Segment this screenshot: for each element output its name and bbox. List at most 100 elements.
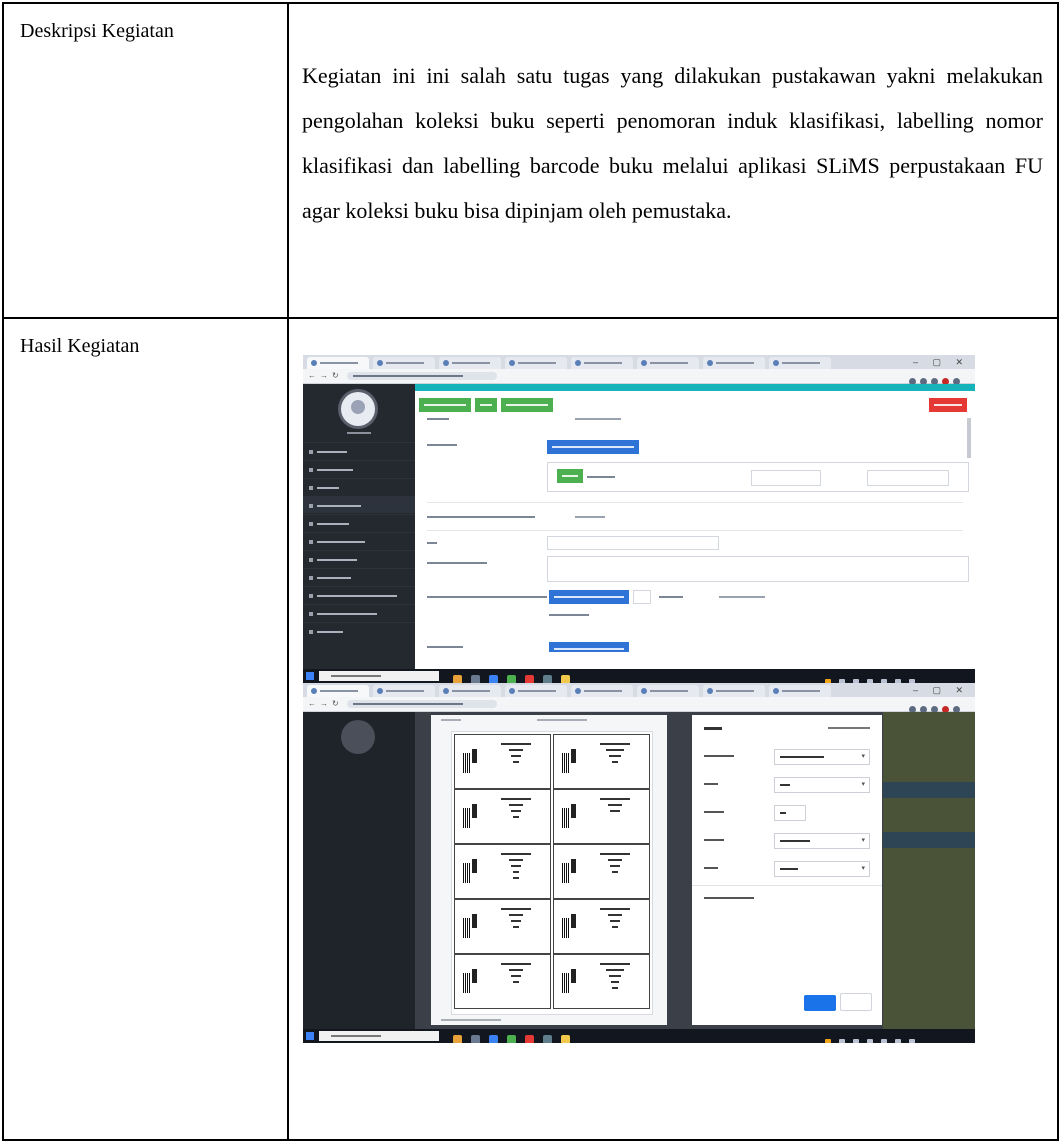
barcode-icon [463,808,471,828]
barcode-icon [562,808,570,828]
barcode-icon [562,973,570,993]
back-icon: ← [308,699,316,708]
form-row [427,444,967,446]
sidebar-item [303,514,415,531]
browser-tab [373,685,435,697]
sidebar-item [303,532,415,549]
sidebar-username [347,432,371,434]
view-button [475,398,497,412]
address-bar: ← → ↻ [303,369,975,385]
windows-taskbar [303,669,975,683]
taskbar-apps [453,1031,603,1043]
barcode-icon [463,973,471,993]
add-author-button [547,440,639,454]
browser-tab [505,357,567,369]
browser-tab [637,357,699,369]
activity-table: Deskripsi Kegiatan Kegiatan ini ini sala… [2,2,1059,1141]
sidebar-item [303,586,415,603]
divider [427,502,963,503]
sidebar-item [303,550,415,567]
sidebar-item-active [303,496,415,513]
reload-icon: ↻ [332,699,339,708]
browser-tab [307,357,369,369]
cancel-button [840,993,872,1011]
sidebar-item [303,460,415,477]
browser-tab [769,685,831,697]
barcode-label [553,734,650,789]
pages-row: ▾ [704,777,870,793]
divider [692,885,882,886]
barcode-icon [562,918,570,938]
address-bar: ← → ↻ [303,697,975,713]
dimmed-sidebar [303,712,415,1029]
reload-icon: ↻ [332,371,339,380]
browser-extension-icons [905,700,965,713]
barcode-label [454,954,551,1009]
taskbar-search-box [319,671,439,681]
user-avatar-icon [341,720,375,754]
sidebar-item [303,478,415,495]
barcode-label [454,844,551,899]
back-icon: ← [308,371,316,380]
form-row [549,614,609,616]
table-row: Hasil Kegiatan ‒ ▢ ✕ ← → ↻ ‒ ▢ ✕ ← → ↻ ▾… [2,317,1059,1141]
dimmed-right-panel [883,712,975,1029]
add-publisher-button [549,590,629,604]
sidebar-item [303,442,415,459]
publisher-select [633,590,651,604]
slims-sidebar [303,384,415,669]
dropdown-chevron-icon: ▾ [861,781,865,788]
destination-row: ▾ [704,749,870,765]
taskbar-search-box [319,1031,439,1041]
windows-start-icon [306,1032,314,1040]
browser-extension-icons [905,372,965,385]
print-dialog-screenshot: ‒ ▢ ✕ ← → ↻ ▾ ▾ ▾ ▾ [303,683,975,1043]
browser-tab [439,357,501,369]
slims-admin-screenshot: ‒ ▢ ✕ ← → ↻ [303,355,975,683]
barcode-label [553,899,650,954]
browser-tab [769,357,831,369]
browser-tab [307,685,369,697]
url-field [347,372,497,380]
barcode-label [454,899,551,954]
print-dialog: ▾ ▾ ▾ ▾ [692,715,882,1025]
copies-row [704,805,870,821]
form-row [427,418,967,420]
row-label-result: Hasil Kegiatan [20,335,140,357]
label-sheet [451,731,653,1015]
layout-row: ▾ [704,833,870,849]
print-dialog-title [704,727,722,730]
window-controls-icon: ‒ ▢ ✕ [912,685,969,695]
forward-icon: → [320,371,328,380]
barcode-label [553,789,650,844]
browser-tab [703,357,765,369]
barcode-label [553,844,650,899]
taskbar-apps [453,671,603,683]
edit-button [419,398,471,412]
browser-tab [505,685,567,697]
divider [427,530,963,531]
form-row [427,646,967,648]
author-name [587,476,627,478]
barcode-label [553,954,650,1009]
system-tray [817,1032,967,1043]
windows-start-icon [306,672,314,680]
print-preview [431,715,667,1025]
result-cell: ‒ ▢ ✕ ← → ↻ ‒ ▢ ✕ ← → ↻ ▾ ▾ ▾ ▾ [287,317,1059,1141]
forward-icon: → [320,699,328,708]
browser-tab-bar: ‒ ▢ ✕ [303,355,975,369]
form-row [427,516,967,518]
header-accent-bar [415,384,975,391]
more-settings [704,897,754,899]
publisher-input [547,556,969,582]
result-screenshots: ‒ ▢ ✕ ← → ↻ ‒ ▢ ✕ ← → ↻ ▾ ▾ ▾ ▾ [289,319,1057,1139]
barcode-label [454,734,551,789]
sidebar-item [303,604,415,621]
color-row: ▾ [704,861,870,877]
add-button [549,642,629,652]
dropdown-chevron-icon: ▾ [861,865,865,872]
item-button [501,398,553,412]
url-field [347,700,497,708]
browser-tab [703,685,765,697]
preview-header [441,719,641,721]
